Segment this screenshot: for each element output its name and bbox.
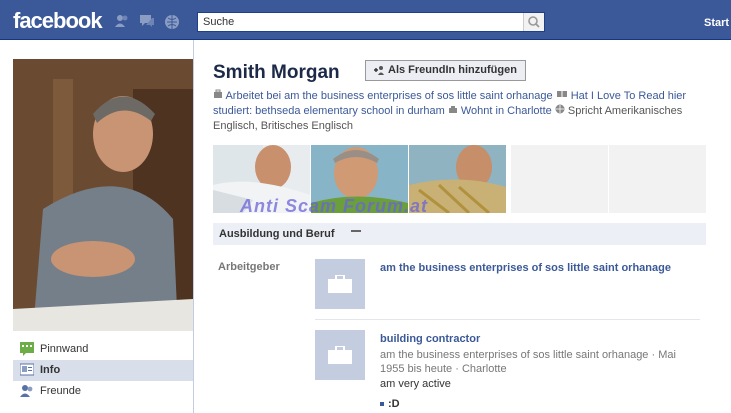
photo-placeholder [609, 145, 706, 213]
friends-icon [20, 384, 34, 406]
nav-item-info[interactable]: Info [13, 360, 193, 381]
globe-icon [555, 104, 565, 117]
section-title: Ausbildung und Beruf [219, 228, 335, 240]
search-input[interactable] [198, 13, 523, 31]
employer-label: Arbeitgeber [218, 261, 280, 273]
quote-info[interactable]: Hat I Love To Read hier [571, 90, 686, 102]
nav-item-label: Info [40, 364, 61, 376]
work-info[interactable]: Arbeitet bei am the business enterprises… [225, 90, 552, 102]
nav-item-label: Pinnwand [40, 343, 89, 355]
collapse-icon[interactable] [351, 230, 361, 232]
facebook-logo[interactable]: facebook [13, 8, 103, 34]
lives-info[interactable]: Wohnt in Charlotte [461, 105, 552, 117]
job-bullet: :D [380, 398, 400, 410]
job-title[interactable]: building contractor [380, 333, 480, 345]
nav-item-pinnwand[interactable]: Pinnwand [13, 339, 193, 360]
search-icon [528, 16, 540, 28]
job-separator [315, 319, 700, 320]
job-title[interactable]: am the business enterprises of sos littl… [380, 262, 671, 274]
job-description: am very active [380, 378, 451, 390]
bullet-icon [380, 402, 384, 407]
profile-photo[interactable] [13, 59, 193, 331]
messages-icon[interactable] [139, 14, 155, 28]
profile-info: Arbeitet bei am the business enterprises… [213, 89, 713, 134]
studied-info[interactable]: studiert: bethseda elementary school in … [213, 105, 445, 117]
employer-thumbnail[interactable] [315, 259, 365, 309]
bullet-text: :D [388, 398, 400, 410]
profile-nav: Pinnwand Info Freunde [13, 339, 193, 402]
start-link[interactable]: Start [704, 17, 729, 29]
briefcase-icon [328, 345, 352, 367]
top-bar: facebook Start [0, 0, 731, 40]
profile-name: Smith Morgan [213, 62, 340, 83]
home-icon [448, 105, 458, 117]
briefcase-icon [328, 274, 352, 296]
nav-item-freunde[interactable]: Freunde [13, 381, 193, 402]
column-divider [193, 40, 194, 413]
left-column: Pinnwand Info Freunde [0, 40, 193, 413]
search-box [197, 12, 545, 32]
add-friend-button[interactable]: Als FreundIn hinzufügen [365, 60, 526, 81]
photo-placeholder [511, 145, 608, 213]
search-button[interactable] [523, 13, 544, 31]
add-friend-label: Als FreundIn hinzufügen [388, 64, 517, 76]
friends-icon[interactable] [114, 14, 130, 28]
watermark-text: Anti Scam Forum.at [240, 196, 429, 216]
work-icon [213, 89, 223, 102]
employer-thumbnail[interactable] [315, 330, 365, 380]
quote-icon [556, 90, 568, 102]
add-friend-icon [372, 64, 384, 83]
job-meta: am the business enterprises of sos littl… [380, 349, 676, 375]
section-header: Ausbildung und Beruf [213, 223, 706, 245]
notifications-icon[interactable] [164, 14, 180, 29]
nav-item-label: Freunde [40, 385, 81, 397]
